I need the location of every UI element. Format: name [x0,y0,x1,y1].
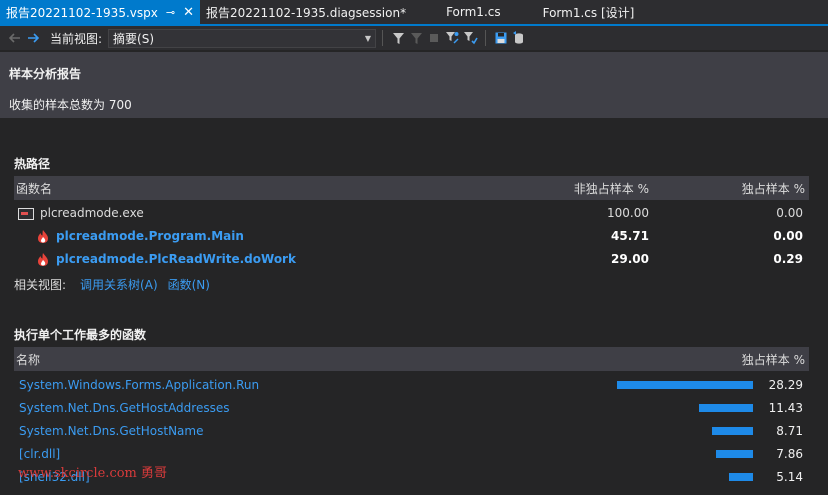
stop-icon[interactable] [425,29,443,47]
function-link[interactable]: plcreadmode.PlcReadWrite.doWork [56,252,296,266]
tab-label: 报告20221102-1935.diagsession* [205,5,407,20]
tab-label: Form1.cs [设计] [542,5,635,20]
exclusive-value: 7.86 [776,446,803,461]
tab-diagsession[interactable]: 报告20221102-1935.diagsession* [200,0,412,24]
exe-icon [18,207,34,220]
filter-thread-icon[interactable] [461,29,479,47]
tab-vspx-report[interactable]: 报告20221102-1935.vspx ⊸ ✕ [0,0,200,24]
current-view-value: 摘要(S) [113,31,155,46]
function-link[interactable]: System.Windows.Forms.Application.Run [14,378,617,392]
tab-label: 报告20221102-1935.vspx [6,5,158,20]
summary-title: 样本分析报告 [9,67,82,81]
hot-path-row[interactable]: plcreadmode.Program.Main 45.71 0.00 [14,225,809,247]
watermark-text: www.skcircle.com 勇哥 [18,466,168,481]
exclusive-bar-track [617,472,753,482]
function-link[interactable]: System.Net.Dns.GetHostName [14,424,617,438]
exclusive-value: 28.29 [768,377,803,392]
close-icon[interactable]: ✕ [183,5,194,20]
inclusive-value: 45.71 [611,229,649,243]
exclusive-value: 0.00 [773,229,803,243]
column-inclusive-samples[interactable]: 非独占样本 % [507,180,657,197]
exclusive-bar-track [617,403,753,413]
inclusive-value: 100.00 [607,206,649,220]
report-toolbar: 当前视图: 摘要(S) ▼ [0,26,828,50]
exclusive-bar [712,426,753,435]
document-tab-bar: 报告20221102-1935.vspx ⊸ ✕ 报告20221102-1935… [0,0,828,26]
exclusive-bar-track [617,449,753,459]
exclusive-bar [729,472,753,481]
hot-path-row[interactable]: plcreadmode.exe 100.00 0.00 [14,202,809,224]
summary-header: 样本分析报告 收集的样本总数为 700 [0,52,828,118]
exclusive-value: 11.43 [768,400,803,415]
hot-path-flame-icon [36,229,50,243]
exclusive-bar-track [617,380,753,390]
tab-form1-design[interactable]: Form1.cs [设计] [537,0,641,24]
hot-path-flame-icon [36,252,50,266]
function-link[interactable]: plcreadmode.Program.Main [56,229,244,243]
related-views: 相关视图: 调用关系树(A) 函数(N) [14,276,220,293]
filter-process-icon[interactable] [443,29,461,47]
filter-disabled-icon[interactable] [407,29,425,47]
function-row[interactable]: System.Windows.Forms.Application.Run 28.2… [14,373,809,396]
tab-form1-cs[interactable]: Form1.cs [440,0,507,24]
pin-icon[interactable]: ⊸ [166,6,175,19]
filter-icon[interactable] [389,29,407,47]
function-link[interactable]: System.Net.Dns.GetHostAddresses [14,401,617,415]
hot-path-row[interactable]: plcreadmode.PlcReadWrite.doWork 29.00 0.… [14,248,809,270]
exclusive-value: 0.29 [773,252,803,266]
function-row[interactable]: System.Net.Dns.GetHostName 8.71 [14,419,809,442]
hot-path-header: 函数名 非独占样本 % 独占样本 % [14,176,809,200]
exclusive-value: 5.14 [776,469,803,484]
exclusive-bar-track [617,426,753,436]
top-functions-title: 执行单个工作最多的函数 [14,328,147,342]
column-exclusive-samples[interactable]: 独占样本 % [657,180,809,197]
sample-count-text: 收集的样本总数为 700 [9,98,132,112]
exclusive-value: 0.00 [776,206,803,220]
export-data-icon[interactable] [510,29,528,47]
chevron-down-icon: ▼ [364,33,372,43]
tab-label: Form1.cs [446,5,501,19]
function-row[interactable]: System.Net.Dns.GetHostAddresses 11.43 [14,396,809,419]
function-link[interactable]: [clr.dll] [14,447,617,461]
column-name[interactable]: 名称 [14,351,657,368]
save-icon[interactable] [492,29,510,47]
current-view-dropdown[interactable]: 摘要(S) ▼ [108,28,377,48]
functions-link[interactable]: 函数(N) [168,276,210,293]
forward-arrow-icon[interactable] [24,29,42,47]
inclusive-value: 29.00 [611,252,649,266]
hot-path-title: 热路径 [14,157,51,171]
exclusive-bar [716,449,753,458]
current-view-label: 当前视图: [50,31,103,46]
exclusive-value: 8.71 [776,423,803,438]
top-functions-header: 名称 独占样本 % [14,347,809,371]
column-function-name[interactable]: 函数名 [14,180,507,197]
column-exclusive-samples[interactable]: 独占样本 % [657,351,809,368]
function-name: plcreadmode.exe [40,206,144,220]
exclusive-bar [617,380,753,389]
back-arrow-icon[interactable] [6,29,24,47]
exclusive-bar [699,403,753,412]
call-tree-link[interactable]: 调用关系树(A) [80,276,158,293]
related-views-label: 相关视图: [14,278,67,292]
